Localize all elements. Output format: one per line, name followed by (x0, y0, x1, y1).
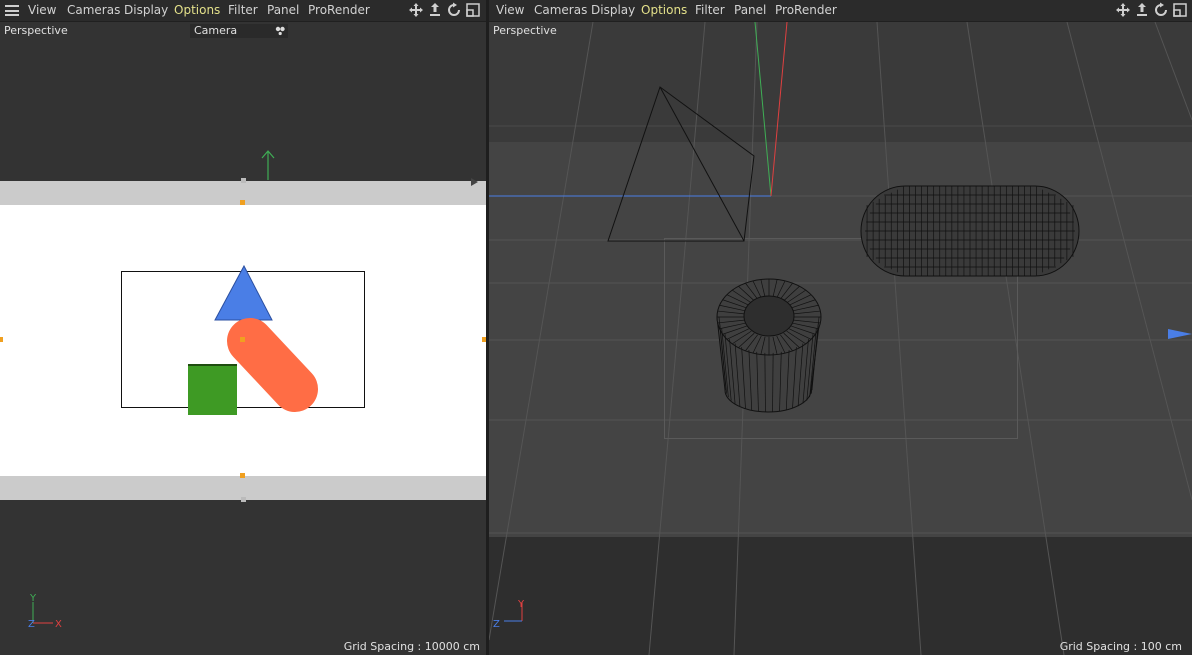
menu-prorender[interactable]: ProRender (308, 0, 370, 21)
left-nav-icons (408, 2, 481, 18)
camera-field[interactable]: Camera (190, 24, 288, 38)
camera-field-text: Camera (194, 24, 238, 37)
cube-shape[interactable] (188, 365, 237, 415)
zoom-view-icon[interactable] (427, 2, 443, 18)
menu-panel[interactable]: Panel (267, 0, 299, 21)
menu-display[interactable]: Display (591, 0, 635, 21)
zoom-view-icon[interactable] (1134, 2, 1150, 18)
gizmo-z-label: Z (493, 619, 500, 630)
handle-top[interactable] (240, 200, 245, 205)
tube-wireframe[interactable] (716, 278, 822, 413)
handle-bottom[interactable] (240, 473, 245, 478)
maximize-view-icon[interactable] (465, 2, 481, 18)
menu-cameras[interactable]: Cameras (534, 0, 587, 21)
left-viewport-label: Perspective (4, 24, 68, 37)
right-grid-spacing: Grid Spacing : 100 cm (1059, 640, 1182, 653)
rotate-view-icon[interactable] (1153, 2, 1169, 18)
left-viewport[interactable]: Y X Z View Cameras Display Options Filte… (0, 0, 486, 655)
right-viewport-label: Perspective (493, 24, 557, 37)
move-view-icon[interactable] (1115, 2, 1131, 18)
left-grid-spacing: Grid Spacing : 10000 cm (343, 640, 480, 653)
gizmo-y-label: Y (29, 593, 37, 604)
right-scene[interactable]: Y Z (489, 0, 1192, 655)
menu-panel[interactable]: Panel (734, 0, 766, 21)
menu-filter[interactable]: Filter (695, 0, 725, 21)
rotate-view-icon[interactable] (446, 2, 462, 18)
background-sky (489, 22, 1192, 142)
menu-prorender[interactable]: ProRender (775, 0, 837, 21)
menu-display[interactable]: Display (124, 0, 168, 21)
menu-options[interactable]: Options (641, 0, 687, 21)
handle-left[interactable] (0, 337, 3, 342)
move-view-icon[interactable] (408, 2, 424, 18)
handle-center[interactable] (240, 337, 245, 342)
right-nav-icons (1115, 2, 1188, 18)
right-viewport[interactable]: Y Z View Cameras Display Options Filter … (489, 0, 1192, 655)
menu-view[interactable]: View (28, 0, 56, 21)
camera-link-icon[interactable] (274, 25, 286, 37)
floor-foreground (489, 537, 1192, 655)
gizmo-x-label: X (55, 619, 62, 630)
right-menubar: View Cameras Display Options Filter Pane… (489, 0, 1192, 22)
menu-view[interactable]: View (496, 0, 524, 21)
menu-icon[interactable] (5, 5, 19, 16)
menu-filter[interactable]: Filter (228, 0, 258, 21)
gizmo-y-label: Y (517, 599, 525, 610)
torus-wireframe[interactable] (860, 185, 1080, 277)
frame-marker-bottom (241, 497, 246, 502)
frame-marker-top (241, 178, 246, 183)
bottom-safe-band (0, 476, 486, 500)
left-menubar: View Cameras Display Options Filter Pane… (0, 0, 486, 22)
menu-options[interactable]: Options (174, 0, 220, 21)
maximize-view-icon[interactable] (1172, 2, 1188, 18)
menu-cameras[interactable]: Cameras (67, 0, 120, 21)
capsule-shape[interactable] (227, 318, 318, 412)
left-scene[interactable]: Y X Z (0, 0, 486, 655)
gizmo-z-label: Z (28, 619, 35, 630)
